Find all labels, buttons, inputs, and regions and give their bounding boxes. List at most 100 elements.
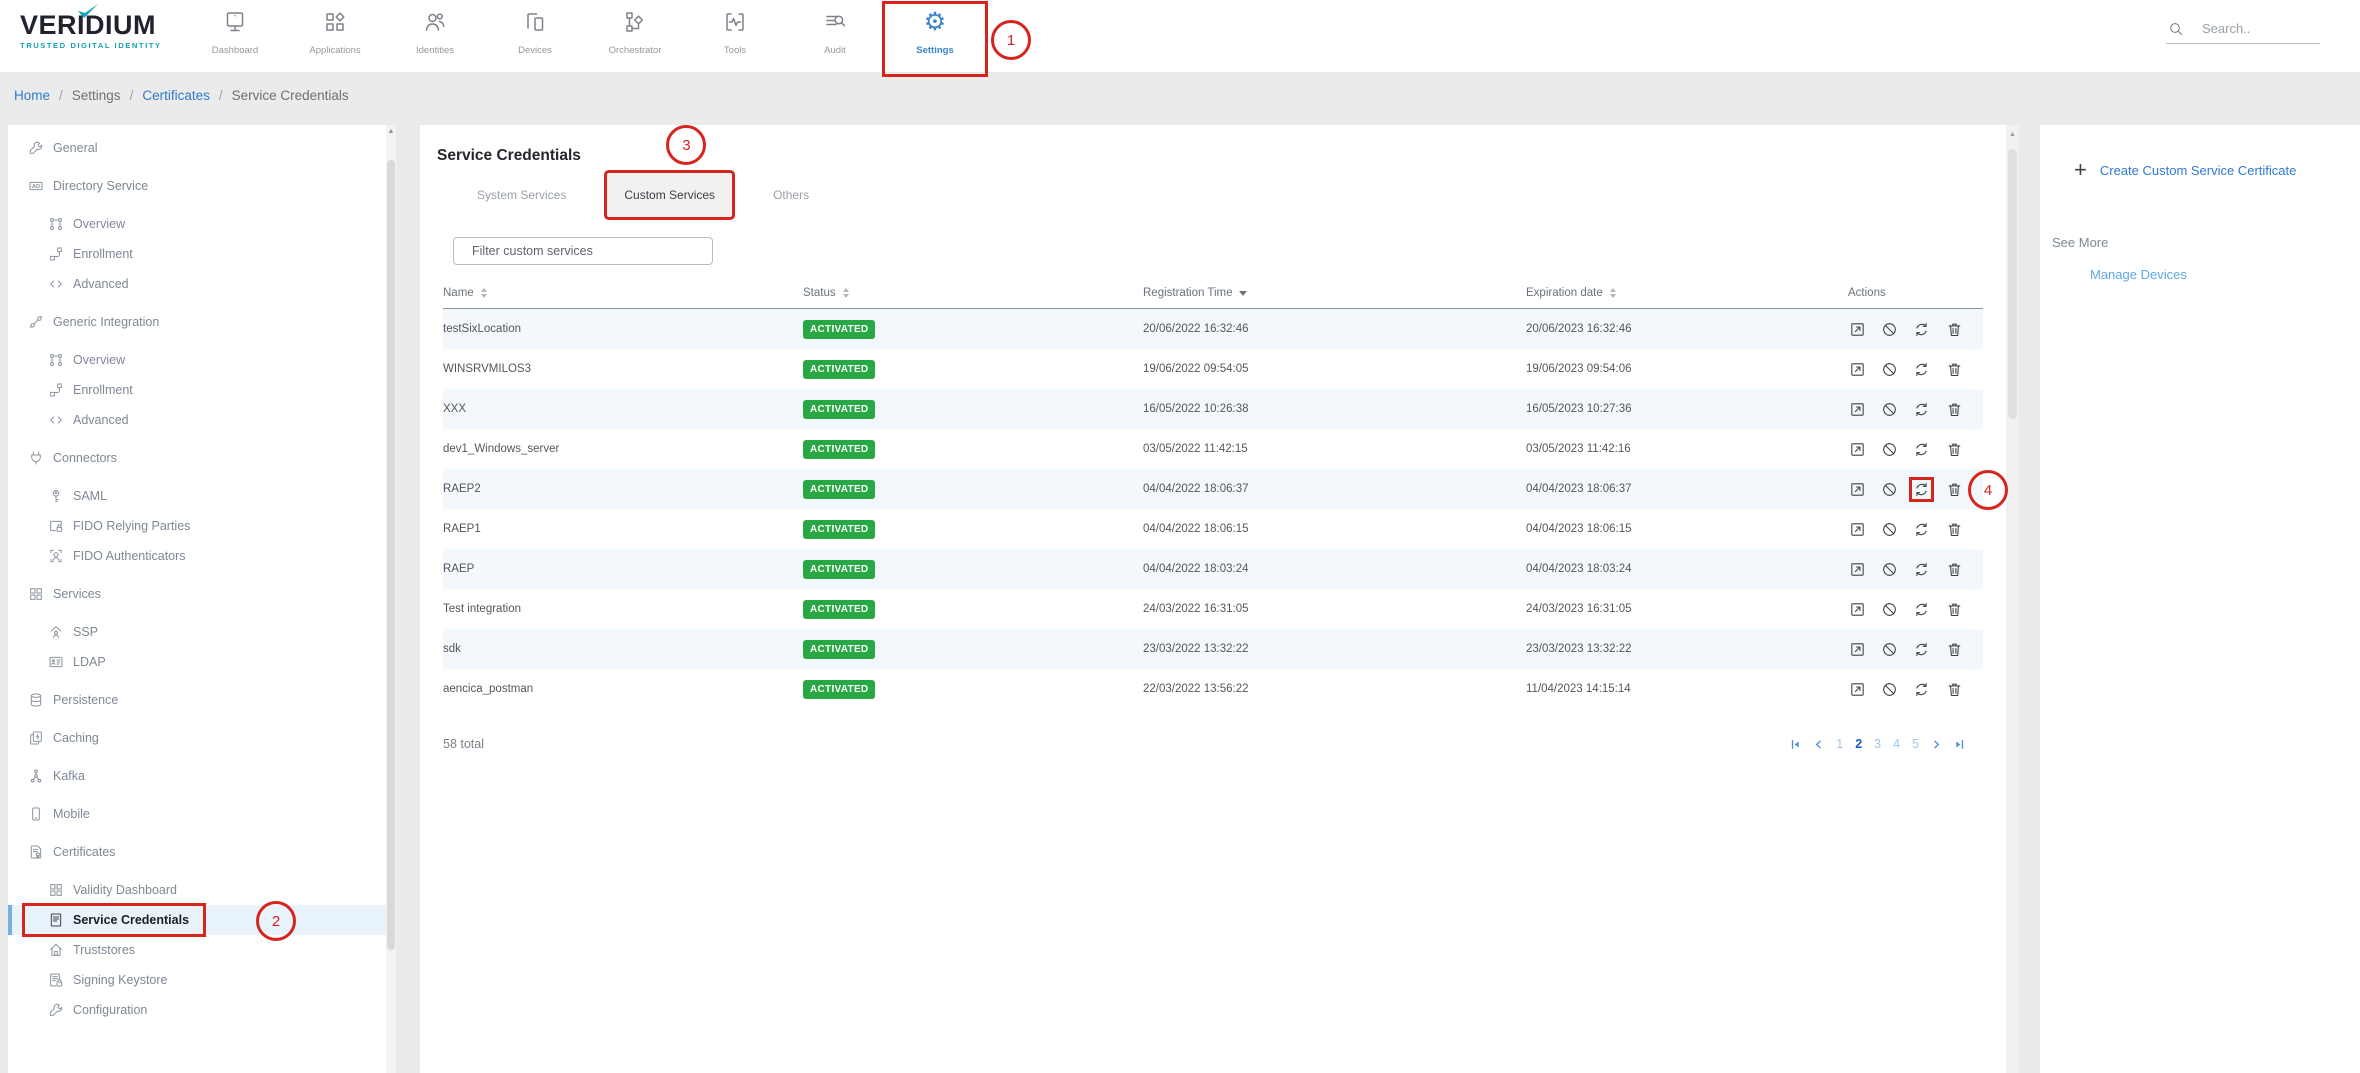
scroll-up-arrow[interactable] <box>386 125 396 139</box>
create-custom-service-certificate-button[interactable]: Create Custom Service Certificate <box>2074 161 2360 179</box>
export-icon[interactable] <box>1848 640 1867 659</box>
sidebar-item-certificates[interactable]: Certificates <box>8 837 396 867</box>
disable-icon[interactable] <box>1880 680 1899 699</box>
scrollbar-thumb[interactable] <box>387 160 395 950</box>
export-icon[interactable] <box>1848 440 1867 459</box>
disable-icon[interactable] <box>1880 520 1899 539</box>
sidebar-item-caching[interactable]: Caching <box>8 723 396 753</box>
table-row[interactable]: sdk ACTIVATED 23/03/2022 13:32:22 23/03/… <box>443 629 1983 669</box>
sidebar-item-signing-keystore[interactable]: Signing Keystore <box>8 965 396 995</box>
export-icon[interactable] <box>1848 400 1867 419</box>
veridium-logo[interactable]: VERIDIUM TRUSTED DIGITAL IDENTITY <box>20 12 162 50</box>
export-icon[interactable] <box>1848 520 1867 539</box>
delete-icon[interactable] <box>1945 440 1964 459</box>
sidebar-item-gi-advanced[interactable]: Advanced <box>8 405 396 435</box>
page-4-button[interactable]: 4 <box>1892 737 1901 751</box>
sidebar-item-gi-overview[interactable]: Overview <box>8 345 396 375</box>
nav-item-devices[interactable]: Devices <box>485 4 585 74</box>
table-row[interactable]: dev1_Windows_server ACTIVATED 03/05/2022… <box>443 429 1983 469</box>
disable-icon[interactable] <box>1880 560 1899 579</box>
sidebar-item-truststores[interactable]: Truststores <box>8 935 396 965</box>
sidebar-scrollbar[interactable] <box>386 125 396 1073</box>
table-row[interactable]: testSixLocation ACTIVATED 20/06/2022 16:… <box>443 309 1983 350</box>
sidebar-item-generic-integration[interactable]: Generic Integration <box>8 307 396 337</box>
tab-custom-services[interactable]: Custom Services 3 <box>607 173 732 217</box>
scroll-up-arrow[interactable] <box>2006 125 2019 138</box>
last-page-button[interactable] <box>1953 738 1966 751</box>
first-page-button[interactable] <box>1789 738 1802 751</box>
previous-page-button[interactable] <box>1812 738 1825 751</box>
tab-others[interactable]: Others <box>756 173 826 217</box>
sidebar-item-general[interactable]: General <box>8 133 396 163</box>
column-header-expiration-date[interactable]: Expiration date <box>1526 281 1848 309</box>
delete-icon[interactable] <box>1945 320 1964 339</box>
next-page-button[interactable] <box>1930 738 1943 751</box>
sidebar-item-mobile[interactable]: Mobile <box>8 799 396 829</box>
renew-icon[interactable] <box>1912 560 1931 579</box>
nav-item-dashboard[interactable]: Dashboard <box>185 4 285 74</box>
column-header-name[interactable]: Name <box>443 281 803 309</box>
export-icon[interactable] <box>1848 480 1867 499</box>
sidebar-item-connectors[interactable]: Connectors <box>8 443 396 473</box>
sidebar-item-validity-dashboard[interactable]: Validity Dashboard <box>8 875 396 905</box>
export-icon[interactable] <box>1848 560 1867 579</box>
nav-item-orchestrator[interactable]: Orchestrator <box>585 4 685 74</box>
nav-item-audit[interactable]: Audit <box>785 4 885 74</box>
nav-item-settings[interactable]: ⚙ Settings 1 <box>885 4 985 74</box>
page-5-button[interactable]: 5 <box>1911 737 1920 751</box>
delete-icon[interactable] <box>1945 400 1964 419</box>
page-3-button[interactable]: 3 <box>1873 737 1882 751</box>
sidebar-item-ds-advanced[interactable]: Advanced <box>8 269 396 299</box>
export-icon[interactable] <box>1848 360 1867 379</box>
export-icon[interactable] <box>1848 600 1867 619</box>
sidebar-item-kafka[interactable]: Kafka <box>8 761 396 791</box>
sidebar-item-services[interactable]: Services <box>8 579 396 609</box>
renew-icon[interactable] <box>1912 360 1931 379</box>
nav-item-identities[interactable]: Identities <box>385 4 485 74</box>
sidebar-item-ds-enrollment[interactable]: Enrollment <box>8 239 396 269</box>
table-row[interactable]: XXX ACTIVATED 16/05/2022 10:26:38 16/05/… <box>443 389 1983 429</box>
manage-devices-link[interactable]: Manage Devices <box>2090 267 2187 282</box>
sidebar-item-service-credentials[interactable]: Service Credentials 2 <box>8 905 396 935</box>
disable-icon[interactable] <box>1880 600 1899 619</box>
scrollbar-thumb[interactable] <box>2008 149 2017 419</box>
renew-icon[interactable] <box>1912 480 1931 499</box>
disable-icon[interactable] <box>1880 360 1899 379</box>
sidebar-item-persistence[interactable]: Persistence <box>8 685 396 715</box>
table-row[interactable]: Test integration ACTIVATED 24/03/2022 16… <box>443 589 1983 629</box>
filter-custom-services-input[interactable] <box>453 237 713 265</box>
renew-icon[interactable] <box>1912 600 1931 619</box>
delete-icon[interactable] <box>1945 560 1964 579</box>
sidebar-item-saml[interactable]: SAML <box>8 481 396 511</box>
delete-icon[interactable] <box>1945 680 1964 699</box>
tab-system-services[interactable]: System Services <box>460 173 583 217</box>
table-row[interactable]: RAEP1 ACTIVATED 04/04/2022 18:06:15 04/0… <box>443 509 1983 549</box>
column-header-registration-time[interactable]: Registration Time <box>1143 281 1526 309</box>
renew-icon[interactable] <box>1912 520 1931 539</box>
breadcrumb-certificates[interactable]: Certificates <box>142 88 210 103</box>
renew-icon[interactable] <box>1912 680 1931 699</box>
delete-icon[interactable] <box>1945 520 1964 539</box>
disable-icon[interactable] <box>1880 640 1899 659</box>
search-input[interactable] <box>2200 20 2314 37</box>
main-scrollbar[interactable] <box>2006 125 2019 1073</box>
column-header-status[interactable]: Status <box>803 281 1143 309</box>
table-row[interactable]: WINSRVMILOS3 ACTIVATED 19/06/2022 09:54:… <box>443 349 1983 389</box>
table-row[interactable]: RAEP ACTIVATED 04/04/2022 18:03:24 04/04… <box>443 549 1983 589</box>
delete-icon[interactable] <box>1945 360 1964 379</box>
delete-icon[interactable] <box>1945 600 1964 619</box>
disable-icon[interactable] <box>1880 400 1899 419</box>
sidebar-item-ldap[interactable]: LDAP <box>8 647 396 677</box>
page-2-button-current[interactable]: 2 <box>1854 737 1863 751</box>
export-icon[interactable] <box>1848 680 1867 699</box>
table-row[interactable]: aencica_postman ACTIVATED 22/03/2022 13:… <box>443 669 1983 709</box>
renew-icon[interactable] <box>1912 320 1931 339</box>
sidebar-item-ssp[interactable]: SSP <box>8 617 396 647</box>
sidebar-item-gi-enrollment[interactable]: Enrollment <box>8 375 396 405</box>
renew-icon[interactable] <box>1912 440 1931 459</box>
nav-item-applications[interactable]: Applications <box>285 4 385 74</box>
disable-icon[interactable] <box>1880 320 1899 339</box>
disable-icon[interactable] <box>1880 440 1899 459</box>
disable-icon[interactable] <box>1880 480 1899 499</box>
delete-icon[interactable] <box>1945 640 1964 659</box>
